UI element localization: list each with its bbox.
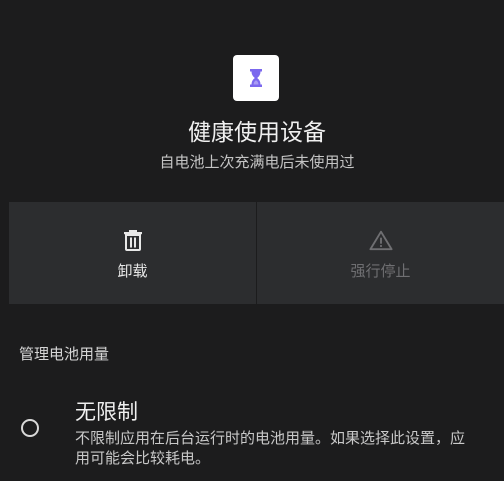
app-action-bar: 卸载 强行停止 — [9, 202, 504, 304]
unrestricted-radio[interactable] — [21, 419, 39, 437]
battery-section-header: 管理电池用量 — [19, 345, 110, 363]
warning-icon — [368, 228, 393, 252]
uninstall-label: 卸载 — [117, 262, 148, 280]
app-usage-subtitle: 自电池上次充满电后未使用过 — [159, 153, 355, 171]
app-title: 健康使用设备 — [188, 120, 326, 146]
option-title: 无限制 — [75, 400, 138, 424]
trash-icon — [121, 228, 145, 252]
force-stop-label: 强行停止 — [350, 262, 411, 280]
force-stop-button[interactable]: 强行停止 — [256, 202, 504, 304]
option-description: 不限制应用在后台运行时的电池用量。如果选择此设置，应用可能会比较耗电。 — [75, 429, 466, 467]
app-battery-settings-screen: 健康使用设备 自电池上次充满电后未使用过 卸载 强行停止 管理电池用量 无限制 … — [0, 0, 504, 481]
hourglass-icon — [250, 69, 262, 87]
battery-option-unrestricted[interactable]: 无限制 不限制应用在后台运行时的电池用量。如果选择此设置，应用可能会比较耗电。 — [0, 395, 504, 481]
app-icon — [233, 55, 279, 101]
uninstall-button[interactable]: 卸载 — [9, 202, 256, 304]
